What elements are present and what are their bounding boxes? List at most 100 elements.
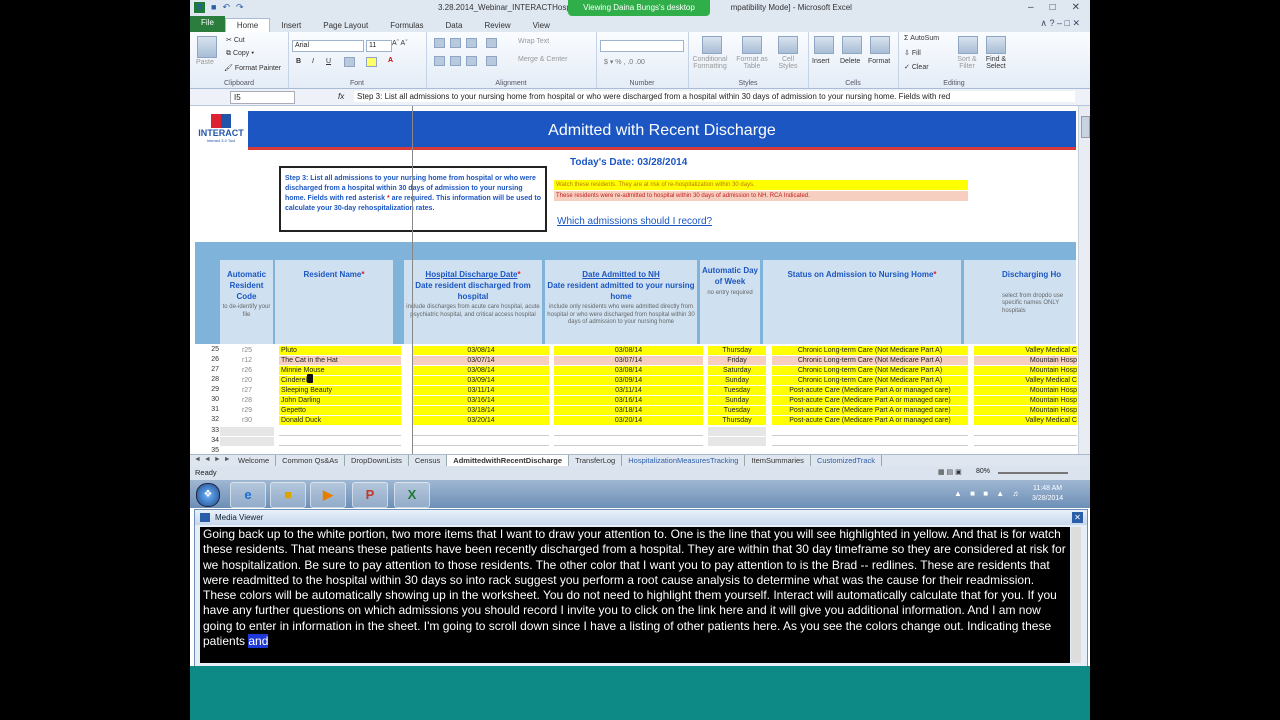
format-cells-button[interactable]: Format xyxy=(868,58,890,65)
redo-icon[interactable]: ↷ xyxy=(236,2,244,13)
powerpoint-icon[interactable]: P xyxy=(352,482,388,508)
cell-status[interactable]: Chronic Long-term Care (Not Medicare Par… xyxy=(772,346,968,355)
sheet-tab-dropdownlists[interactable]: DropDownLists xyxy=(345,455,409,466)
conditional-formatting-icon[interactable] xyxy=(702,36,722,54)
cell-hospital-date[interactable] xyxy=(413,437,549,446)
cell-day-of-week[interactable]: Thursday xyxy=(708,416,766,425)
cell-name[interactable]: Donald Duck xyxy=(279,416,401,425)
sheet-nav-arrows[interactable]: ◄◄►► xyxy=(194,456,234,463)
tab-data[interactable]: Data xyxy=(435,19,474,32)
tab-view[interactable]: View xyxy=(522,19,561,32)
cell-hospital-date[interactable]: 03/18/14 xyxy=(413,406,549,415)
cell-status[interactable]: Chronic Long-term Care (Not Medicare Par… xyxy=(772,356,968,365)
cell-hospital-date[interactable]: 03/16/14 xyxy=(413,396,549,405)
cell-name[interactable]: Pluto xyxy=(279,346,401,355)
cell-day-of-week[interactable] xyxy=(708,427,766,436)
cell-code[interactable] xyxy=(220,427,274,436)
cell-admit-date[interactable]: 03/09/14 xyxy=(554,376,703,385)
zoom-level[interactable]: 80% xyxy=(976,468,990,475)
font-size-select[interactable]: 11 xyxy=(366,40,392,52)
row-number[interactable]: 30 xyxy=(195,396,219,403)
number-format-select[interactable] xyxy=(600,40,684,52)
cell-admit-date[interactable]: 03/20/14 xyxy=(554,416,703,425)
cell-discharging-hospital[interactable] xyxy=(974,437,1077,446)
clear-button[interactable]: ✓ Clear xyxy=(904,63,929,71)
tab-home[interactable]: Home xyxy=(224,18,271,32)
cell-name[interactable]: Cinderella xyxy=(279,376,401,385)
cell-hospital-date[interactable] xyxy=(413,427,549,436)
cell-styles-icon[interactable] xyxy=(778,36,798,54)
cell-status[interactable]: Post-acute Care (Medicare Part A or mana… xyxy=(772,406,968,415)
zoom-slider[interactable] xyxy=(998,472,1068,474)
save-icon[interactable]: ■ xyxy=(211,2,216,13)
cell-code[interactable]: r28 xyxy=(220,396,274,405)
cell-code[interactable]: r25 xyxy=(220,346,274,355)
cell-name[interactable]: Sleeping Beauty xyxy=(279,386,401,395)
cell-day-of-week[interactable]: Saturday xyxy=(708,366,766,375)
align-center-icon[interactable] xyxy=(450,56,461,66)
tab-formulas[interactable]: Formulas xyxy=(379,19,434,32)
cell-discharging-hospital[interactable]: Valley Medical C xyxy=(974,416,1077,425)
cell-day-of-week[interactable]: Tuesday xyxy=(708,386,766,395)
window-close-icon[interactable]: ✕ xyxy=(1072,18,1080,28)
worksheet[interactable]: INTERACT Interact 3.0 Tool Admitted with… xyxy=(190,106,1078,454)
fx-icon[interactable]: fx xyxy=(338,92,344,101)
insert-cells-icon[interactable] xyxy=(814,36,834,54)
tab-page-layout[interactable]: Page Layout xyxy=(312,19,379,32)
cell-status[interactable]: Post-acute Care (Medicare Part A or mana… xyxy=(772,396,968,405)
cell-day-of-week[interactable]: Tuesday xyxy=(708,406,766,415)
cell-day-of-week[interactable]: Thursday xyxy=(708,346,766,355)
cell-styles-button[interactable]: Cell Styles xyxy=(774,56,802,70)
tab-review[interactable]: Review xyxy=(473,19,521,32)
cell-discharging-hospital[interactable]: Valley Medical C xyxy=(974,346,1077,355)
number-format-buttons[interactable]: $ ▾ % , .0 .00 xyxy=(604,58,645,66)
caption-scrollbar[interactable] xyxy=(1071,527,1081,663)
bold-button[interactable]: B xyxy=(296,58,301,65)
tab-insert[interactable]: Insert xyxy=(270,19,312,32)
cell-admit-date[interactable]: 03/16/14 xyxy=(554,396,703,405)
cell-discharging-hospital[interactable]: Mountain Hosp xyxy=(974,406,1077,415)
media-player-icon[interactable]: ▶ xyxy=(310,482,346,508)
cell-code[interactable]: r29 xyxy=(220,406,274,415)
format-as-table-button[interactable]: Format as Table xyxy=(734,56,770,70)
taskbar-clock[interactable]: 11:48 AM 3/28/2014 xyxy=(1032,484,1063,504)
cell-status[interactable] xyxy=(772,427,968,436)
cell-status[interactable]: Chronic Long-term Care (Not Medicare Par… xyxy=(772,366,968,375)
row-number[interactable]: 32 xyxy=(195,416,219,423)
cell-hospital-date[interactable]: 03/11/14 xyxy=(413,386,549,395)
row-number[interactable]: 27 xyxy=(195,366,219,373)
restore-icon[interactable]: □ xyxy=(1050,2,1056,13)
align-bottom-icon[interactable] xyxy=(466,38,477,48)
grow-shrink-font-buttons[interactable]: Aˆ Aˇ xyxy=(392,40,408,47)
start-button-icon[interactable]: ❖ xyxy=(196,483,220,507)
sort-filter-icon[interactable] xyxy=(958,36,978,54)
cell-hospital-date[interactable]: 03/08/14 xyxy=(413,346,549,355)
cell-discharging-hospital[interactable]: Mountain Hosp xyxy=(974,396,1077,405)
underline-button[interactable]: U xyxy=(326,58,331,65)
name-box[interactable]: I5 xyxy=(230,91,295,104)
minimize-icon[interactable]: – xyxy=(1028,2,1034,13)
close-icon[interactable]: ✕ xyxy=(1072,2,1080,13)
insert-cells-button[interactable]: Insert xyxy=(812,58,830,65)
paste-icon[interactable] xyxy=(197,36,217,58)
sheet-tab-transferlog[interactable]: TransferLog xyxy=(569,455,623,466)
fill-button[interactable]: ⇩ Fill xyxy=(904,49,921,57)
row-number[interactable]: 29 xyxy=(195,386,219,393)
row-number[interactable]: 35 xyxy=(195,447,219,454)
sort-filter-button[interactable]: Sort & Filter xyxy=(952,56,982,70)
conditional-formatting-button[interactable]: Conditional Formatting xyxy=(690,56,730,70)
cell-discharging-hospital[interactable]: Mountain Hosp xyxy=(974,356,1077,365)
cell-name[interactable]: John Darling xyxy=(279,396,401,405)
cell-name[interactable] xyxy=(279,437,401,446)
cell-name[interactable]: The Cat in the Hat xyxy=(279,356,401,365)
internet-explorer-icon[interactable]: e xyxy=(230,482,266,508)
cell-status[interactable]: Post-acute Care (Medicare Part A or mana… xyxy=(772,416,968,425)
formula-input[interactable]: Step 3: List all admissions to your nurs… xyxy=(354,91,1075,102)
window-restore-icon[interactable]: □ xyxy=(1065,18,1070,28)
paste-button[interactable]: Paste xyxy=(196,59,214,66)
fill-color-icon[interactable] xyxy=(366,57,377,67)
cell-name[interactable]: Minnie Mouse xyxy=(279,366,401,375)
undo-icon[interactable]: ↶ xyxy=(222,2,230,13)
cell-code[interactable]: r27 xyxy=(220,386,274,395)
which-admissions-link[interactable]: Which admissions should I record? xyxy=(557,216,712,227)
